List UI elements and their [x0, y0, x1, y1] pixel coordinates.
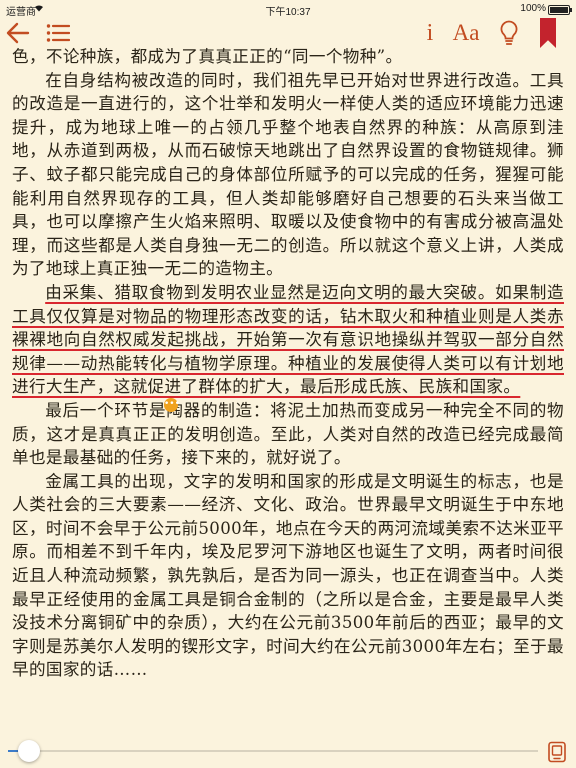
paragraph: 色，不论种族，都成为了真真正正的“同一个物种”。	[12, 47, 403, 66]
paragraph: 最后一个环节是陶器的制造：将泥土加热而变成另一种完全不同的物质，这才是真真正正的…	[12, 400, 564, 468]
progress-slider[interactable]	[8, 750, 538, 752]
arrow-left-icon	[6, 22, 30, 44]
status-bar: 运营商 下午10:37 100%	[0, 0, 576, 18]
paragraph: 金属工具的出现，文字的发明和国家的形成是文明诞生的标志，也是人类社会的三大要素—…	[12, 471, 564, 680]
page-view-icon[interactable]	[546, 741, 568, 763]
annotation-note-icon[interactable]: •••	[164, 398, 180, 412]
status-time: 下午10:37	[265, 7, 311, 18]
battery-icon	[548, 5, 572, 15]
light-bulb-icon	[500, 20, 518, 45]
highlight-underline[interactable]: 由采集、猎取食物到发明农业显然是迈向文明的最大突破。如果制造工具仅仅算是对物品的…	[12, 283, 564, 396]
table-of-contents-button[interactable]	[44, 18, 72, 48]
font-size-icon: Aa	[452, 20, 480, 45]
book-page-text: 色，不论种族，都成为了真真正正的“同一个物种”。 在自身结构被改造的同时，我们祖…	[12, 45, 564, 682]
bookmark-icon[interactable]	[540, 18, 556, 48]
reader-bottom-bar	[0, 736, 576, 768]
progress-slider-thumb[interactable]	[18, 740, 41, 762]
list-icon	[46, 24, 70, 42]
back-button[interactable]	[4, 18, 32, 48]
brightness-button[interactable]	[496, 18, 522, 48]
paragraph: 在自身结构被改造的同时，我们祖先早已开始对世界进行改造。工具的改造是一直进行的，…	[12, 70, 564, 279]
font-settings-button[interactable]: Aa	[448, 18, 484, 48]
reader-toolbar: i Aa	[0, 18, 576, 48]
highlighted-paragraph[interactable]: 由采集、猎取食物到发明农业显然是迈向文明的最大突破。如果制造工具仅仅算是对物品的…	[12, 281, 564, 399]
book-info-button[interactable]: i	[420, 18, 440, 48]
battery-percent: 100%	[520, 3, 546, 14]
info-icon: i	[426, 19, 434, 46]
